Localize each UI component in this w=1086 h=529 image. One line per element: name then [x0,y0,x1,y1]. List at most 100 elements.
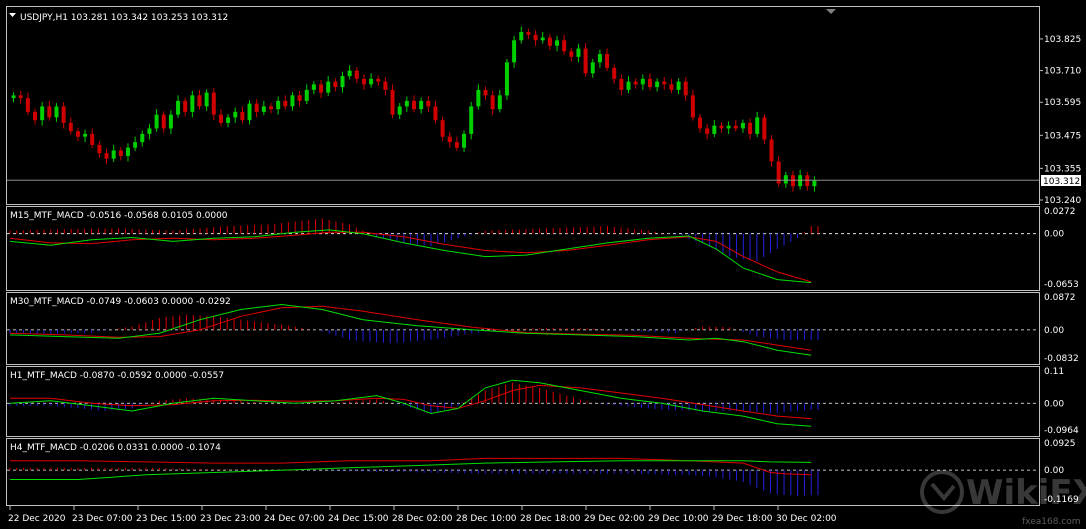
candle-body [526,32,531,35]
candle-body [33,111,38,121]
candle-body [647,78,652,88]
candle-body [576,48,581,57]
price-tick-label: 103.475 [1044,131,1081,141]
candle-body [125,147,130,156]
candle-body [490,95,495,110]
candle-body [383,81,388,90]
candle-body [462,133,467,148]
price-tick-label: 103.240 [1044,196,1081,206]
time-tick-label: 24 Dec 07:00 [264,514,325,524]
candle-body [440,120,445,137]
indicator-tick-label: 0.00 [1044,230,1064,240]
candle-body [304,89,309,101]
candle-body [97,144,102,154]
candle-body [755,117,760,134]
price-tick-label: 103.825 [1044,35,1081,45]
candle-body [562,40,567,52]
candle-body [740,122,745,129]
candle-body [590,62,595,74]
candle-body [712,125,717,134]
candle-body [454,142,459,148]
candle-body [390,89,395,115]
candle-body [519,32,524,41]
candle-body [640,78,645,85]
candle-body [376,78,381,82]
candle-body [404,100,409,107]
candle-body [261,106,266,112]
time-tick-label: 24 Dec 15:00 [328,514,389,524]
candle-body [340,76,345,88]
candle-body [54,106,59,118]
candle-body [133,142,138,148]
candle-body [218,114,223,123]
candle-body [369,78,374,85]
indicator-tick-label: 0.00 [1044,399,1064,409]
candle-body [247,103,252,121]
candle-body [419,100,424,110]
candle-body [676,81,681,90]
candle-body [483,89,488,96]
candle-body [197,95,202,107]
candle-body [605,54,610,68]
candle-body [790,175,795,187]
candle-body [211,92,216,115]
candle-body [11,95,16,99]
price-tick-label: 103.710 [1044,67,1081,77]
candle [504,59,509,100]
indicator-tick-label: -0.0964 [1044,426,1079,436]
current-price-label: 103.312 [1043,177,1080,187]
candle-body [283,100,288,107]
candle-body [698,117,703,129]
candle-body [61,106,66,123]
indicator-tick-label: 0.11 [1044,367,1064,377]
candle-body [769,139,774,162]
candle-body [683,81,688,96]
candle-body [655,81,660,88]
candle-body [204,92,209,107]
candle-body [619,78,624,90]
price-tick-label: 103.595 [1044,98,1081,108]
candle-body [633,81,638,85]
candle-body [433,106,438,121]
time-tick-label: 28 Dec 18:00 [520,514,581,524]
time-tick-label: 22 Dec 2020 [8,514,66,524]
candle-body [333,81,338,88]
candle-body [397,106,402,115]
candle-body [233,111,238,118]
candle-body [469,106,474,134]
candle-body [762,117,767,140]
candle-body [104,153,109,159]
time-tick-label: 29 Dec 10:00 [648,514,709,524]
candle-body [805,175,810,187]
candle-body [297,95,302,101]
candle-body [326,81,331,93]
time-tick-label: 23 Dec 07:00 [72,514,133,524]
candle-body [748,122,753,134]
time-tick-label: 29 Dec 02:00 [584,514,645,524]
indicator-tick-label: -0.0653 [1044,280,1079,290]
candle-body [75,131,80,137]
candle-body [662,81,667,85]
candle-body [319,84,324,93]
candle-body [176,100,181,115]
indicator-tick-label: 0.0272 [1044,207,1076,217]
candle-body [268,106,273,110]
candle-body [183,100,188,112]
candle-body [497,95,502,110]
candle-body [190,95,195,112]
candle-body [40,106,45,121]
price-panel-title: USDJPY,H1 103.281 103.342 103.253 103.31… [20,13,228,23]
candle-body [783,175,788,184]
m15-panel-title: M15_MTF_MACD -0.0516 -0.0568 0.0105 0.00… [10,211,228,221]
candle-body [426,100,431,107]
candle-body [555,40,560,46]
candle-body [240,111,245,121]
candle-body [583,48,588,74]
indicator-tick-label: 0.0872 [1044,293,1076,303]
candle-body [111,150,116,159]
candle-body [118,150,123,156]
m30-panel-title: M30_MTF_MACD -0.0749 -0.0603 0.0000 -0.0… [10,297,231,307]
candle-body [733,125,738,129]
candle-body [226,117,231,123]
candle-body [140,133,145,143]
